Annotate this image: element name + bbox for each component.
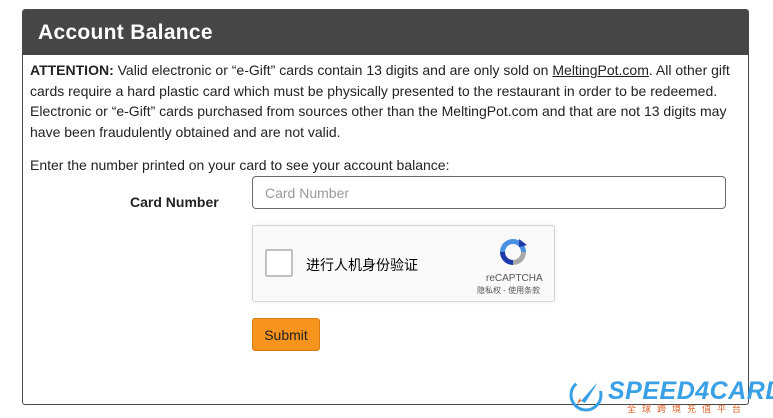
watermark-tagline: 全球跨境充值平台 xyxy=(627,404,748,414)
recaptcha-logo-icon xyxy=(500,239,527,265)
notice-text-before-link: Valid electronic or “e-Gift” cards conta… xyxy=(113,62,553,78)
panel-title: Account Balance xyxy=(38,20,213,44)
submit-button[interactable]: Submit xyxy=(252,318,320,351)
balance-prompt: Enter the number printed on your card to… xyxy=(30,157,450,173)
attention-label: ATTENTION: xyxy=(30,62,114,78)
card-number-label: Card Number xyxy=(130,194,219,210)
recaptcha-brand: reCAPTCHA xyxy=(486,273,543,284)
recaptcha-privacy-terms-links[interactable]: 隐私权 - 使用条款 xyxy=(477,285,540,296)
recaptcha-label: 进行人机身份验证 xyxy=(306,257,418,273)
rocket-icon xyxy=(569,378,603,412)
meltingpot-link[interactable]: MeltingPot.com xyxy=(552,62,648,78)
notice-container: ATTENTION: Valid electronic or “e-Gift” … xyxy=(30,60,730,142)
speed4card-watermark: SPEED4CARD 全球跨境充值平台 xyxy=(567,374,773,418)
recaptcha-checkbox[interactable] xyxy=(265,249,293,277)
card-number-input[interactable] xyxy=(252,176,726,209)
attention-notice: ATTENTION: Valid electronic or “e-Gift” … xyxy=(30,60,730,142)
panel-header: Account Balance xyxy=(23,10,748,55)
recaptcha-widget: 进行人机身份验证 reCAPTCHA 隐私权 - 使用条款 xyxy=(252,225,555,302)
